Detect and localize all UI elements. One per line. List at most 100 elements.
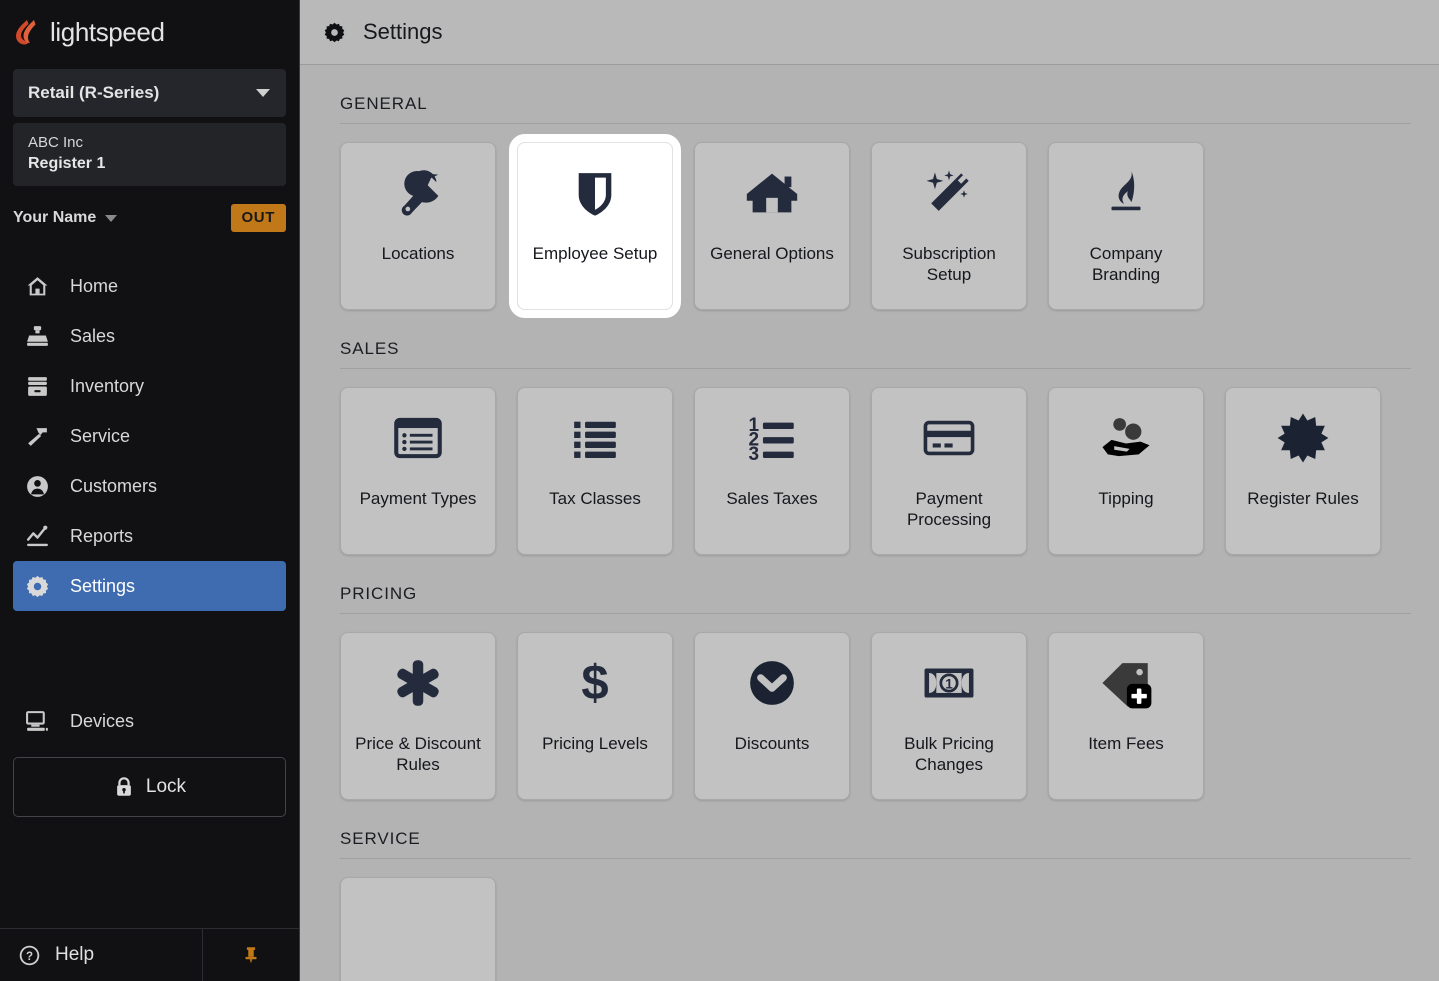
magic-wand-icon bbox=[872, 143, 1026, 243]
chevron-down-icon[interactable] bbox=[105, 214, 118, 222]
tile-register-rules[interactable]: Register Rules bbox=[1225, 387, 1381, 555]
tile-label: Tax Classes bbox=[549, 489, 641, 508]
sidebar-item-label: Settings bbox=[70, 575, 136, 596]
settings-content: GENERAL Locations Employee Setup General… bbox=[300, 65, 1439, 981]
section-pricing: PRICING Price & Discount Rules $ Pricing… bbox=[300, 555, 1439, 800]
tile-grid-pricing: Price & Discount Rules $ Pricing Levels bbox=[340, 632, 1411, 800]
gear-icon bbox=[25, 574, 50, 599]
tile-payment-types[interactable]: Payment Types bbox=[340, 387, 496, 555]
sidebar-item-sales[interactable]: Sales bbox=[13, 311, 286, 361]
svg-text:3: 3 bbox=[748, 444, 759, 465]
starburst-icon bbox=[1226, 388, 1380, 488]
home-icon bbox=[695, 143, 849, 243]
section-sales: SALES Payment Types Tax Classes 1 2 3 Sa… bbox=[300, 310, 1439, 555]
pin-button[interactable] bbox=[203, 929, 299, 981]
line-chart-icon bbox=[25, 524, 50, 549]
inventory-box-icon bbox=[25, 374, 50, 399]
divider bbox=[340, 613, 1411, 614]
section-general: GENERAL Locations Employee Setup General… bbox=[300, 65, 1439, 318]
tile-employee-setup[interactable]: Employee Setup bbox=[509, 134, 681, 318]
list-window-icon bbox=[341, 388, 495, 488]
asterisk-icon bbox=[341, 633, 495, 733]
tile-label: Sales Taxes bbox=[726, 489, 818, 508]
sidebar-item-home[interactable]: Home bbox=[13, 261, 286, 311]
sidebar-item-customers[interactable]: Customers bbox=[13, 461, 286, 511]
monitor-icon bbox=[25, 709, 50, 734]
sidebar-item-inventory[interactable]: Inventory bbox=[13, 361, 286, 411]
user-name: Your Name bbox=[13, 209, 97, 226]
tile-service-partial[interactable] bbox=[340, 877, 496, 981]
sidebar-item-label: Home bbox=[70, 275, 119, 296]
sidebar-item-reports[interactable]: Reports bbox=[13, 511, 286, 561]
lock-button[interactable]: Lock bbox=[13, 757, 286, 817]
chevron-down-circle-icon bbox=[695, 633, 849, 733]
lock-icon bbox=[113, 776, 135, 798]
tile-company-branding[interactable]: Company Branding bbox=[1048, 142, 1204, 310]
tile-label: General Options bbox=[710, 244, 834, 263]
tile-label: Bulk Pricing Changes bbox=[904, 734, 994, 775]
tile-tipping[interactable]: Tipping bbox=[1048, 387, 1204, 555]
tile-label: Price & Discount Rules bbox=[355, 734, 481, 775]
tile-discounts[interactable]: Discounts bbox=[694, 632, 850, 800]
dollar-sign-icon: $ bbox=[518, 633, 672, 733]
section-title: SALES bbox=[340, 339, 400, 358]
store-info[interactable]: ABC Inc Register 1 bbox=[13, 123, 286, 186]
flame-icon bbox=[1049, 143, 1203, 243]
tile-item-fees[interactable]: Item Fees bbox=[1048, 632, 1204, 800]
svg-text:$: $ bbox=[581, 657, 608, 711]
series-select-label: Retail (R-Series) bbox=[28, 83, 160, 102]
tile-grid-general: Locations Employee Setup General Options… bbox=[340, 134, 1411, 318]
sidebar-item-label: Service bbox=[70, 425, 131, 446]
tile-tax-classes[interactable]: Tax Classes bbox=[517, 387, 673, 555]
tile-grid-service bbox=[340, 877, 1411, 981]
tile-locations[interactable]: Locations bbox=[340, 142, 496, 310]
question-circle-icon: ? bbox=[18, 944, 41, 967]
tile-bulk-pricing-changes[interactable]: 1 Bulk Pricing Changes bbox=[871, 632, 1027, 800]
sidebar: lightspeed Retail (R-Series) ABC Inc Reg… bbox=[0, 0, 300, 981]
sidebar-item-devices[interactable]: Devices bbox=[13, 696, 286, 746]
sidebar-devices-row: Devices bbox=[0, 696, 299, 746]
tile-label: Employee Setup bbox=[532, 244, 658, 263]
home-icon bbox=[25, 274, 50, 299]
sidebar-item-service[interactable]: Service bbox=[13, 411, 286, 461]
sidebar-item-label: Inventory bbox=[70, 375, 145, 396]
credit-card-icon bbox=[872, 388, 1026, 488]
placeholder-icon bbox=[341, 878, 495, 978]
tile-subscription-setup[interactable]: Subscription Setup bbox=[871, 142, 1027, 310]
tile-price-discount-rules[interactable]: Price & Discount Rules bbox=[340, 632, 496, 800]
banknote-icon: 1 bbox=[872, 633, 1026, 733]
user-circle-icon bbox=[25, 474, 50, 499]
app-root: lightspeed Retail (R-Series) ABC Inc Reg… bbox=[0, 0, 1439, 981]
tile-grid-sales: Payment Types Tax Classes 1 2 3 Sales Ta… bbox=[340, 387, 1411, 555]
sidebar-item-label: Customers bbox=[70, 475, 158, 496]
tile-payment-processing[interactable]: Payment Processing bbox=[871, 387, 1027, 555]
status-badge[interactable]: OUT bbox=[230, 204, 286, 232]
tile-label: Tipping bbox=[1098, 489, 1154, 508]
cash-register-icon bbox=[25, 324, 50, 349]
chevron-down-icon bbox=[256, 89, 270, 97]
tile-label: Register Rules bbox=[1247, 489, 1359, 508]
tile-general-options[interactable]: General Options bbox=[694, 142, 850, 310]
user-row[interactable]: Your Name OUT bbox=[13, 197, 286, 239]
section-service: SERVICE bbox=[300, 800, 1439, 981]
sidebar-item-settings[interactable]: Settings bbox=[13, 561, 286, 611]
tile-label: Pricing Levels bbox=[542, 734, 648, 753]
register-name: Register 1 bbox=[28, 155, 106, 172]
hammer-icon bbox=[25, 424, 50, 449]
brand-header: lightspeed bbox=[0, 0, 299, 64]
tile-label: Subscription Setup bbox=[902, 244, 996, 285]
tile-sales-taxes[interactable]: 1 2 3 Sales Taxes bbox=[694, 387, 850, 555]
series-select[interactable]: Retail (R-Series) bbox=[13, 69, 286, 117]
tile-label: Company Branding bbox=[1089, 244, 1163, 285]
sidebar-item-label: Devices bbox=[70, 710, 135, 731]
bullet-list-icon bbox=[518, 388, 672, 488]
help-button[interactable]: ? Help bbox=[0, 929, 203, 981]
page-header: Settings bbox=[300, 0, 1439, 65]
tile-label: Discounts bbox=[734, 734, 810, 753]
shield-icon bbox=[518, 143, 672, 243]
tile-pricing-levels[interactable]: $ Pricing Levels bbox=[517, 632, 673, 800]
numbered-list-icon: 1 2 3 bbox=[695, 388, 849, 488]
tag-plus-icon bbox=[1049, 633, 1203, 733]
divider bbox=[340, 368, 1411, 369]
main-area: Settings GENERAL Locations Employee Setu… bbox=[300, 0, 1439, 981]
